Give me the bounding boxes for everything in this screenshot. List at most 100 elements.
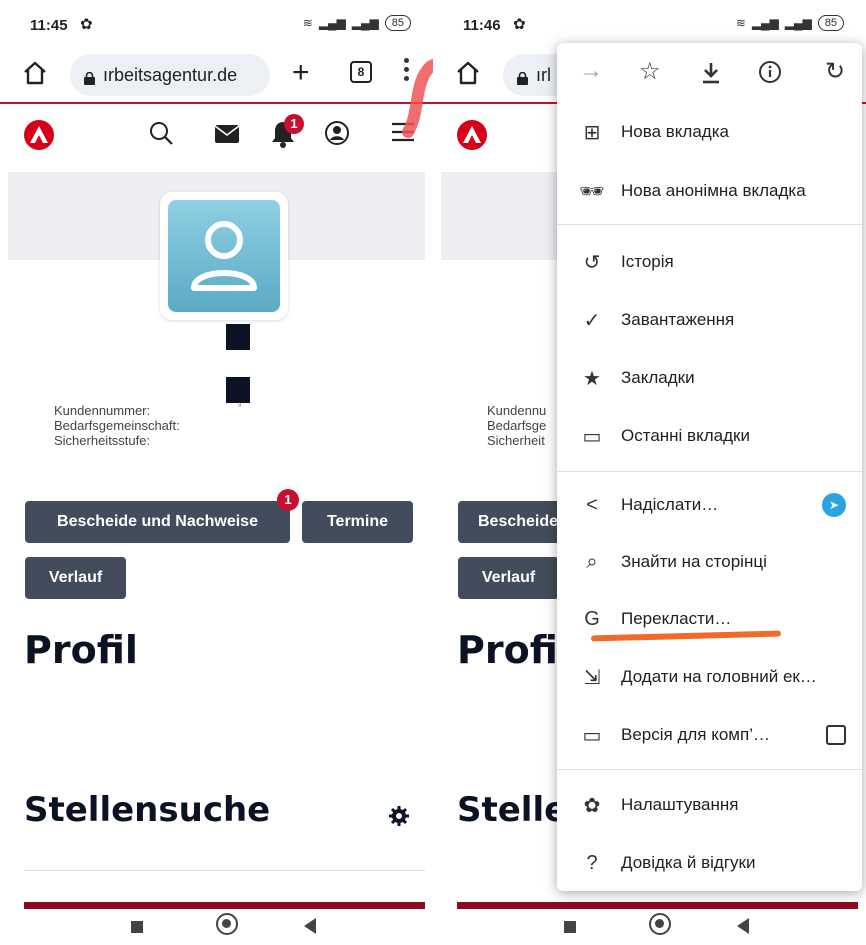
menu-item-label: Завантаження <box>621 310 735 329</box>
wifi-icon: ≋ <box>302 16 313 30</box>
desktop-icon: ▭ <box>582 724 602 747</box>
menu-divider <box>557 224 862 225</box>
signal-icon: ▂▄▆ <box>318 16 346 30</box>
verlauf-button[interactable]: Verlauf <box>25 557 126 599</box>
settings-gear-icon[interactable] <box>388 805 410 827</box>
url-text: ırl <box>536 64 551 85</box>
account-icon[interactable] <box>324 120 350 146</box>
back-icon[interactable] <box>304 918 316 934</box>
menu-item-label: Історія <box>621 252 674 271</box>
menu-item-find[interactable]: ⌕ Знайти на сторінці <box>557 533 862 591</box>
status-bar: 11:46 ✿ ≋ ▂▄▆ ▂▄▆ 85 <box>433 0 866 48</box>
signal-icon: ▂▄▆ <box>784 16 812 30</box>
telegram-icon[interactable]: ➤ <box>822 493 846 517</box>
site-header: 1 <box>0 106 433 170</box>
search-icon[interactable] <box>148 120 174 146</box>
browser-toolbar: ırbeitsagentur.de + 8 <box>0 48 433 104</box>
incognito-icon: 🕶 <box>579 180 605 203</box>
help-icon: ? <box>586 851 598 874</box>
redacted-block <box>226 377 250 403</box>
logo[interactable] <box>24 120 54 150</box>
red-annotation-mark <box>402 58 433 138</box>
status-icons: ≋ ▂▄▆ ▂▄▆ 85 <box>736 15 844 31</box>
menu-divider <box>557 769 862 770</box>
mail-icon[interactable] <box>214 124 240 144</box>
find-icon: ⌕ <box>586 550 598 573</box>
menu-item-label: Останні вкладки <box>621 426 750 445</box>
recents-icon[interactable] <box>131 921 143 933</box>
avatar <box>160 192 288 320</box>
settings-icon: ✿ <box>583 794 601 817</box>
refresh-icon[interactable]: ↻ <box>825 57 845 86</box>
info-icon[interactable] <box>758 60 782 84</box>
menu-item-downloads[interactable]: ✓ Завантаження <box>557 291 862 349</box>
bookmarks-icon: ★ <box>583 367 601 390</box>
bescheide-button[interactable]: Bescheide und Nachweise <box>25 501 290 543</box>
profil-heading: Profil <box>24 628 138 672</box>
history-icon: ↺ <box>583 251 601 274</box>
gear-icon: ✿ <box>80 16 93 33</box>
bescheide-badge: 1 <box>277 489 299 511</box>
home-icon[interactable] <box>22 60 48 86</box>
forward-icon[interactable]: → <box>579 57 603 85</box>
home-nav-icon[interactable] <box>649 913 671 935</box>
gear-icon: ✿ <box>513 16 526 33</box>
meta-label: Bedarfsgemeinschaft: <box>54 418 180 433</box>
tab-switcher-button[interactable]: 8 <box>350 61 372 83</box>
redacted-block <box>226 324 250 350</box>
menu-item-help[interactable]: ? Довідка й відгуки <box>557 834 862 892</box>
share-icon: < <box>586 493 598 516</box>
recents-icon[interactable] <box>564 921 576 933</box>
home-icon[interactable] <box>455 60 481 86</box>
recent-tabs-icon: ▭ <box>582 425 602 448</box>
translate-icon: G <box>584 607 600 630</box>
wifi-icon: ≋ <box>735 16 746 30</box>
status-time: 11:45 <box>30 17 68 34</box>
menu-item-label: Перекласти… <box>621 609 732 628</box>
meta-value: ³ <box>238 401 241 411</box>
verlauf-button[interactable]: Verlauf <box>458 557 559 599</box>
url-bar[interactable]: ırbeitsagentur.de <box>70 54 270 96</box>
lock-icon <box>517 69 528 85</box>
signal-icon: ▂▄▆ <box>351 16 379 30</box>
menu-item-history[interactable]: ↺ Історія <box>557 233 862 291</box>
menu-item-label: Версія для комп’… <box>621 725 770 744</box>
download-icon[interactable] <box>700 61 722 85</box>
meta-label: Kundennu <box>487 403 547 418</box>
meta-label: Kundennummer: <box>54 403 151 418</box>
stellensuche-heading: Stellensuche <box>24 790 271 830</box>
browser-overflow-menu: → ☆ ↻ ⊞ Нова вкладка 🕶 Нова анонімна вкл… <box>557 43 862 891</box>
menu-item-label: Додати на головний ек… <box>621 667 817 686</box>
desktop-checkbox[interactable] <box>826 725 846 745</box>
menu-item-incognito[interactable]: 🕶 Нова анонімна вкладка <box>557 162 862 220</box>
menu-item-settings[interactable]: ✿ Налаштування <box>557 776 862 834</box>
battery-icon: 85 <box>817 15 844 31</box>
divider <box>24 870 425 871</box>
menu-item-recent-tabs[interactable]: ▭ Останні вкладки <box>557 407 862 465</box>
termine-button[interactable]: Termine <box>302 501 413 543</box>
menu-item-share[interactable]: < Надіслати… ➤ <box>557 476 862 534</box>
home-nav-icon[interactable] <box>216 913 238 935</box>
url-text: ırbeitsagentur.de <box>103 64 238 85</box>
meta-label: Bedarfsge <box>487 418 547 433</box>
menu-item-bookmarks[interactable]: ★ Закладки <box>557 349 862 407</box>
signal-icon: ▂▄▆ <box>751 16 779 30</box>
menu-item-label: Нова анонімна вкладка <box>621 181 806 200</box>
status-icons: ≋ ▂▄▆ ▂▄▆ 85 <box>303 15 411 31</box>
menu-item-label: Надіслати… <box>621 495 719 514</box>
new-tab-icon: ⊞ <box>583 121 601 144</box>
lock-icon <box>84 69 95 85</box>
menu-item-add-home[interactable]: ⇲ Додати на головний ек… <box>557 648 862 706</box>
user-icon <box>191 221 257 291</box>
logo[interactable] <box>457 120 487 150</box>
back-icon[interactable] <box>737 918 749 934</box>
notification-badge: 1 <box>284 114 304 134</box>
menu-item-label: Довідка й відгуки <box>621 853 756 872</box>
system-nav-bar <box>0 909 433 945</box>
menu-item-label: Нова вкладка <box>621 122 729 141</box>
profil-heading: Profil <box>457 628 571 672</box>
new-tab-button[interactable]: + <box>292 56 310 90</box>
menu-item-new-tab[interactable]: ⊞ Нова вкладка <box>557 103 862 161</box>
menu-item-desktop[interactable]: ▭ Версія для комп’… <box>557 706 862 764</box>
star-icon[interactable]: ☆ <box>639 57 661 86</box>
